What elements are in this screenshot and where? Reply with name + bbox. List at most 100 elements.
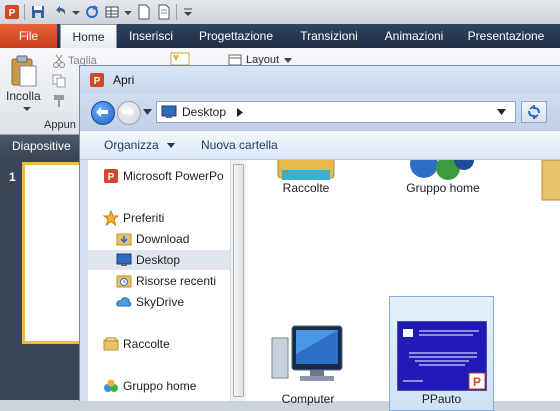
slide-thumbnail[interactable] [22,162,85,344]
navigation-scrollbar[interactable] [230,160,246,401]
paste-icon[interactable] [10,54,38,88]
back-arrow-icon [96,107,108,117]
undo-icon[interactable] [52,4,68,20]
organize-button[interactable]: Organizza [104,138,176,152]
forward-button[interactable] [117,101,141,125]
table-icon[interactable] [104,4,120,20]
tab-slideshow[interactable]: Presentazione [460,24,552,48]
homegroup-icon [104,379,118,392]
desktop-icon [116,253,132,266]
format-painter-icon[interactable] [52,94,66,108]
tab-design[interactable]: Progettazione [190,24,282,48]
quick-access-toolbar: P [0,0,560,24]
skydrive-icon [116,297,132,307]
redo-icon[interactable] [84,4,100,20]
presentation-file-icon: P [397,321,487,391]
address-bar[interactable]: Desktop [156,101,516,123]
print-preview-icon[interactable] [156,4,172,20]
open-dialog: P Apri Desktop Organizza Nuova cartella … [79,65,560,411]
back-button[interactable] [91,101,115,125]
file-list-pane: Raccolte Gruppo home Computer P PPauto [246,160,560,411]
tab-file[interactable]: File [0,24,57,48]
file-item-homegroup[interactable]: Gruppo home [386,160,500,196]
new-folder-button[interactable]: Nuova cartella [201,138,278,152]
nav-item-desktop[interactable]: Desktop [88,250,230,270]
dialog-title: Apri [113,73,135,87]
layout-dropdown-icon[interactable] [284,58,292,63]
dialog-toolbar: Organizza Nuova cartella [80,130,560,160]
svg-text:P: P [94,76,101,87]
powerpoint-app-icon[interactable]: P [4,4,20,20]
recent-places-icon [116,275,132,288]
address-row: Desktop [80,94,560,130]
slides-panel: Diapositive 1 [0,135,85,400]
tab-home[interactable]: Home [60,24,117,48]
nav-item-download[interactable]: Download [116,229,238,249]
nav-item-libraries[interactable]: Raccolte [103,334,238,354]
libraries-icon [103,337,119,351]
nav-item-recent-places[interactable]: Risorse recenti [116,271,238,291]
file-item-computer[interactable]: Computer [260,324,356,406]
folder-icon[interactable] [538,160,560,204]
navigation-pane: P Microsoft PowerPo Preferiti Download D… [88,160,246,401]
copy-icon[interactable] [52,74,66,88]
file-item-label: Computer [281,392,335,406]
slides-panel-title[interactable]: Diapositive [0,135,85,157]
slide-number: 1 [9,170,16,184]
organize-label: Organizza [104,138,159,152]
address-text[interactable]: Desktop [182,105,226,119]
paste-button[interactable]: Incolla [6,89,41,103]
save-icon[interactable] [30,4,46,20]
nav-item-label: Desktop [136,253,181,267]
nav-item-label: Raccolte [123,337,170,351]
address-dropdown-icon[interactable] [497,109,506,115]
toolbar-separator [176,4,177,20]
star-icon [103,210,119,226]
file-item-libraries[interactable]: Raccolte [258,160,354,196]
history-dropdown-icon[interactable] [143,108,152,116]
scroll-thumb[interactable] [233,164,244,397]
download-folder-icon [116,233,132,246]
nav-item-homegroup[interactable]: Gruppo home [103,376,238,396]
file-item-label: Gruppo home [406,181,480,195]
nav-item-label: Download [136,232,190,246]
tab-transitions[interactable]: Transizioni [290,24,368,48]
nav-item-label: Risorse recenti [136,274,217,288]
breadcrumb-chevron-icon[interactable] [237,108,243,117]
desktop-icon [161,105,177,118]
file-item-ppauto[interactable]: P PPauto [389,296,494,411]
dialog-title-bar[interactable]: P Apri [80,66,560,94]
nav-item-favorites[interactable]: Preferiti [103,208,238,228]
forward-arrow-icon [122,107,134,117]
nav-item-label: Preferiti [123,211,165,225]
clipboard-group-label: Appun [44,119,76,131]
powerpoint-icon: P [90,73,104,87]
refresh-button[interactable] [521,101,547,123]
nav-item-label: Microsoft PowerPo [123,169,224,183]
file-item-label: Raccolte [282,181,330,195]
svg-text:P: P [108,172,115,183]
new-slide-icon[interactable] [170,52,190,66]
libraries-icon [277,160,335,180]
computer-icon [271,325,343,381]
tab-insert[interactable]: Inserisci [120,24,182,48]
toolbar-separator [24,4,25,20]
svg-text:P: P [9,8,16,19]
file-item-label: PPauto [421,392,462,406]
undo-dropdown-icon[interactable] [68,4,84,20]
customize-toolbar-icon[interactable] [180,4,196,20]
svg-text:P: P [473,375,481,389]
nav-item-powerpoint[interactable]: P Microsoft PowerPo [103,166,238,186]
organize-dropdown-icon [167,143,176,149]
powerpoint-icon: P [104,169,118,183]
ribbon-tab-bar: File Home Inserisci Progettazione Transi… [0,24,560,48]
table-dropdown-icon[interactable] [120,4,136,20]
nav-item-label: Gruppo home [123,379,197,393]
new-document-icon[interactable] [136,4,152,20]
cut-icon[interactable] [52,54,66,68]
refresh-icon [528,105,540,119]
nav-item-skydrive[interactable]: SkyDrive [116,292,238,312]
nav-item-label: SkyDrive [136,295,185,309]
tab-animations[interactable]: Animazioni [375,24,453,48]
paste-dropdown-icon[interactable] [22,106,32,112]
